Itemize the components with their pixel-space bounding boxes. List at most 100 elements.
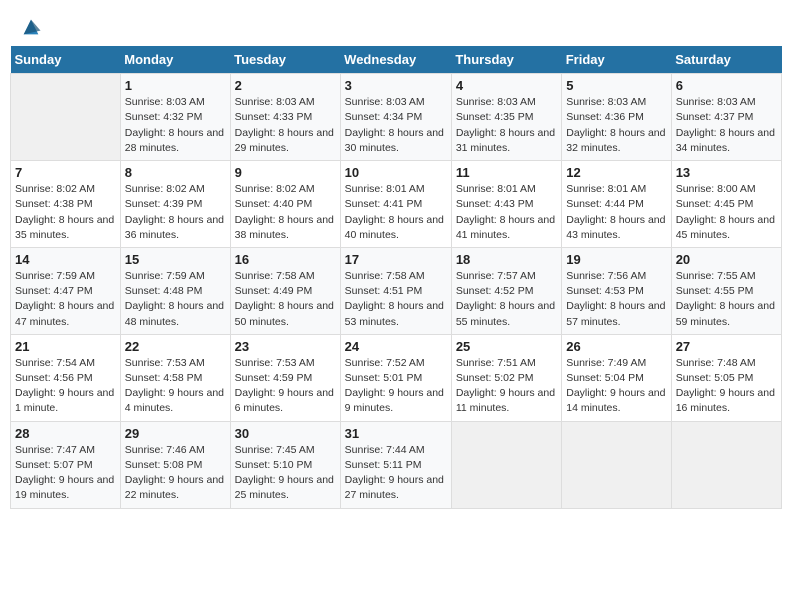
logo <box>18 14 44 34</box>
calendar-cell: 19 Sunrise: 7:56 AMSunset: 4:53 PMDayligh… <box>562 247 671 334</box>
day-info: Sunrise: 8:00 AMSunset: 4:45 PMDaylight:… <box>676 182 777 243</box>
day-number: 5 <box>566 78 666 93</box>
calendar-cell: 18 Sunrise: 7:57 AMSunset: 4:52 PMDayligh… <box>451 247 561 334</box>
day-number: 22 <box>125 339 226 354</box>
day-number: 9 <box>235 165 336 180</box>
day-number: 16 <box>235 252 336 267</box>
day-number: 29 <box>125 426 226 441</box>
day-info: Sunrise: 7:53 AMSunset: 4:58 PMDaylight:… <box>125 356 226 417</box>
day-info: Sunrise: 8:03 AMSunset: 4:37 PMDaylight:… <box>676 95 777 156</box>
day-number: 18 <box>456 252 557 267</box>
calendar-cell: 16Sunrise: 7:58 AMSunset: 4:49 PMDayligh… <box>230 247 340 334</box>
day-number: 6 <box>676 78 777 93</box>
day-info: Sunrise: 7:57 AMSunset: 4:52 PMDaylight:… <box>456 269 557 330</box>
day-number: 10 <box>345 165 447 180</box>
day-number: 23 <box>235 339 336 354</box>
calendar-cell: 23Sunrise: 7:53 AMSunset: 4:59 PMDayligh… <box>230 334 340 421</box>
day-info: Sunrise: 7:51 AMSunset: 5:02 PMDaylight:… <box>456 356 557 417</box>
day-info: Sunrise: 8:03 AMSunset: 4:34 PMDaylight:… <box>345 95 447 156</box>
calendar-cell: 4 Sunrise: 8:03 AMSunset: 4:35 PMDaylight… <box>451 74 561 161</box>
day-number: 1 <box>125 78 226 93</box>
day-number: 3 <box>345 78 447 93</box>
day-info: Sunrise: 7:44 AMSunset: 5:11 PMDaylight:… <box>345 443 447 504</box>
day-number: 11 <box>456 165 557 180</box>
day-info: Sunrise: 7:46 AMSunset: 5:08 PMDaylight:… <box>125 443 226 504</box>
day-number: 25 <box>456 339 557 354</box>
day-info: Sunrise: 8:02 AMSunset: 4:40 PMDaylight:… <box>235 182 336 243</box>
page-header <box>10 10 782 38</box>
day-number: 12 <box>566 165 666 180</box>
day-info: Sunrise: 8:02 AMSunset: 4:39 PMDaylight:… <box>125 182 226 243</box>
weekday-header: Monday <box>120 46 230 74</box>
calendar-cell: 31 Sunrise: 7:44 AMSunset: 5:11 PMDayligh… <box>340 421 451 508</box>
day-info: Sunrise: 7:49 AMSunset: 5:04 PMDaylight:… <box>566 356 666 417</box>
calendar-cell: 17 Sunrise: 7:58 AMSunset: 4:51 PMDayligh… <box>340 247 451 334</box>
calendar-cell: 20Sunrise: 7:55 AMSunset: 4:55 PMDayligh… <box>671 247 781 334</box>
day-number: 17 <box>345 252 447 267</box>
calendar-cell: 28 Sunrise: 7:47 AMSunset: 5:07 PMDayligh… <box>11 421 121 508</box>
calendar-cell: 8 Sunrise: 8:02 AMSunset: 4:39 PMDaylight… <box>120 161 230 248</box>
day-info: Sunrise: 8:03 AMSunset: 4:35 PMDaylight:… <box>456 95 557 156</box>
calendar-cell <box>451 421 561 508</box>
day-info: Sunrise: 7:58 AMSunset: 4:51 PMDaylight:… <box>345 269 447 330</box>
day-info: Sunrise: 8:01 AMSunset: 4:41 PMDaylight:… <box>345 182 447 243</box>
calendar-cell: 22 Sunrise: 7:53 AMSunset: 4:58 PMDayligh… <box>120 334 230 421</box>
calendar-table: SundayMondayTuesdayWednesdayThursdayFrid… <box>10 46 782 508</box>
day-number: 27 <box>676 339 777 354</box>
weekday-header: Tuesday <box>230 46 340 74</box>
calendar-cell <box>11 74 121 161</box>
day-number: 2 <box>235 78 336 93</box>
calendar-week-row: 7Sunrise: 8:02 AMSunset: 4:38 PMDaylight… <box>11 161 782 248</box>
calendar-cell: 3 Sunrise: 8:03 AMSunset: 4:34 PMDaylight… <box>340 74 451 161</box>
calendar-cell: 13Sunrise: 8:00 AMSunset: 4:45 PMDayligh… <box>671 161 781 248</box>
day-info: Sunrise: 8:01 AMSunset: 4:43 PMDaylight:… <box>456 182 557 243</box>
calendar-week-row: 14 Sunrise: 7:59 AMSunset: 4:47 PMDayligh… <box>11 247 782 334</box>
day-info: Sunrise: 8:02 AMSunset: 4:38 PMDaylight:… <box>15 182 116 243</box>
day-number: 30 <box>235 426 336 441</box>
day-number: 19 <box>566 252 666 267</box>
weekday-header: Friday <box>562 46 671 74</box>
day-info: Sunrise: 7:56 AMSunset: 4:53 PMDaylight:… <box>566 269 666 330</box>
calendar-cell: 24 Sunrise: 7:52 AMSunset: 5:01 PMDayligh… <box>340 334 451 421</box>
day-info: Sunrise: 7:48 AMSunset: 5:05 PMDaylight:… <box>676 356 777 417</box>
day-number: 31 <box>345 426 447 441</box>
calendar-cell: 26 Sunrise: 7:49 AMSunset: 5:04 PMDayligh… <box>562 334 671 421</box>
calendar-cell: 29 Sunrise: 7:46 AMSunset: 5:08 PMDayligh… <box>120 421 230 508</box>
calendar-cell: 15 Sunrise: 7:59 AMSunset: 4:48 PMDayligh… <box>120 247 230 334</box>
weekday-header: Thursday <box>451 46 561 74</box>
logo-icon <box>20 16 42 38</box>
day-info: Sunrise: 8:03 AMSunset: 4:32 PMDaylight:… <box>125 95 226 156</box>
day-info: Sunrise: 7:59 AMSunset: 4:48 PMDaylight:… <box>125 269 226 330</box>
day-info: Sunrise: 8:03 AMSunset: 4:33 PMDaylight:… <box>235 95 336 156</box>
calendar-cell <box>671 421 781 508</box>
day-info: Sunrise: 7:45 AMSunset: 5:10 PMDaylight:… <box>235 443 336 504</box>
calendar-week-row: 1 Sunrise: 8:03 AMSunset: 4:32 PMDaylight… <box>11 74 782 161</box>
day-number: 14 <box>15 252 116 267</box>
calendar-cell: 2 Sunrise: 8:03 AMSunset: 4:33 PMDaylight… <box>230 74 340 161</box>
logo-text <box>18 14 44 38</box>
day-number: 28 <box>15 426 116 441</box>
calendar-week-row: 21Sunrise: 7:54 AMSunset: 4:56 PMDayligh… <box>11 334 782 421</box>
calendar-cell: 7Sunrise: 8:02 AMSunset: 4:38 PMDaylight… <box>11 161 121 248</box>
day-number: 15 <box>125 252 226 267</box>
calendar-header: SundayMondayTuesdayWednesdayThursdayFrid… <box>11 46 782 74</box>
day-info: Sunrise: 8:01 AMSunset: 4:44 PMDaylight:… <box>566 182 666 243</box>
calendar-cell: 25 Sunrise: 7:51 AMSunset: 5:02 PMDayligh… <box>451 334 561 421</box>
day-number: 20 <box>676 252 777 267</box>
weekday-header: Saturday <box>671 46 781 74</box>
calendar-cell: 6 Sunrise: 8:03 AMSunset: 4:37 PMDaylight… <box>671 74 781 161</box>
day-info: Sunrise: 7:47 AMSunset: 5:07 PMDaylight:… <box>15 443 116 504</box>
calendar-cell: 21Sunrise: 7:54 AMSunset: 4:56 PMDayligh… <box>11 334 121 421</box>
calendar-week-row: 28 Sunrise: 7:47 AMSunset: 5:07 PMDayligh… <box>11 421 782 508</box>
day-number: 8 <box>125 165 226 180</box>
day-number: 26 <box>566 339 666 354</box>
day-info: Sunrise: 7:59 AMSunset: 4:47 PMDaylight:… <box>15 269 116 330</box>
calendar-cell: 11 Sunrise: 8:01 AMSunset: 4:43 PMDayligh… <box>451 161 561 248</box>
calendar-cell: 5 Sunrise: 8:03 AMSunset: 4:36 PMDaylight… <box>562 74 671 161</box>
day-info: Sunrise: 8:03 AMSunset: 4:36 PMDaylight:… <box>566 95 666 156</box>
calendar-cell: 30 Sunrise: 7:45 AMSunset: 5:10 PMDayligh… <box>230 421 340 508</box>
day-info: Sunrise: 7:52 AMSunset: 5:01 PMDaylight:… <box>345 356 447 417</box>
day-number: 21 <box>15 339 116 354</box>
day-number: 24 <box>345 339 447 354</box>
day-number: 4 <box>456 78 557 93</box>
